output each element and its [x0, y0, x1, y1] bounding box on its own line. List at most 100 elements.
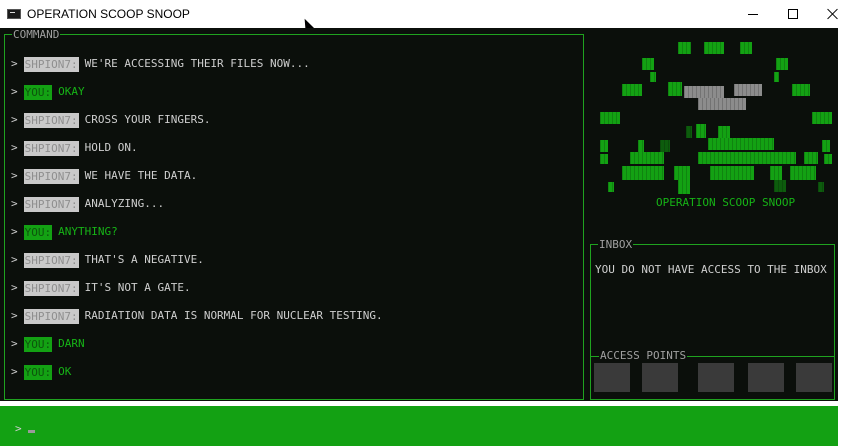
close-icon [827, 8, 839, 20]
window-titlebar: OPERATION SCOOP SNOOP [0, 0, 853, 28]
logo-pixel-block [698, 98, 746, 110]
command-line: > SHPION7: RADIATION DATA IS NORMAL FOR NU… [11, 308, 383, 324]
speaker-label: SHPION7: [23, 140, 79, 156]
message-text: RADIATION DATA IS NORMAL FOR NUCLEAR TES… [84, 309, 383, 322]
command-line: > YOU: ANYTHING? [11, 224, 118, 240]
command-panel-legend: COMMAND [13, 28, 60, 41]
logo-pixel-block [678, 180, 690, 194]
message-text: OK [58, 365, 72, 378]
operation-logo-text: OPERATION SCOOP SNOOP [656, 196, 796, 209]
message-text: IT'S NOT A GATE. [84, 281, 191, 294]
logo-pixel-block [710, 166, 754, 180]
logo-pixel-block [608, 182, 614, 192]
speaker-label: SHPION7: [23, 112, 79, 128]
access-points-title: ACCESS POINTS [599, 349, 688, 362]
speaker-label: YOU: [23, 336, 53, 352]
logo-pixel-block [660, 140, 670, 152]
window-title: OPERATION SCOOP SNOOP [27, 7, 190, 21]
logo-pixel-block [774, 72, 779, 82]
command-line: > SHPION7: WE HAVE THE DATA. [11, 168, 197, 184]
access-point-slot[interactable] [748, 363, 784, 392]
logo-pixel-block [622, 84, 642, 96]
line-prompt: > [11, 85, 18, 98]
access-point-slot[interactable] [642, 363, 678, 392]
logo-pixel-block [674, 166, 690, 180]
logo-pixel-block [698, 152, 796, 164]
logo-pixel-block [668, 82, 682, 96]
logo-pixel-block [622, 166, 664, 180]
access-point-slot[interactable] [796, 363, 832, 392]
logo-pixel-block [776, 58, 788, 70]
logo-pixel-block [790, 166, 816, 180]
logo-pixel-block [774, 180, 786, 192]
window-edge [838, 28, 853, 446]
logo-pixel-block [678, 42, 691, 54]
message-text: THAT'S A NEGATIVE. [84, 253, 204, 266]
logo-pixel-block [704, 42, 724, 54]
message-text: OKAY [58, 85, 85, 98]
maximize-button[interactable] [773, 0, 813, 28]
logo-pixel-block [740, 42, 752, 54]
logo-pixel-block [638, 140, 644, 152]
message-text: ANALYZING... [84, 197, 165, 210]
logo-pixel-block [600, 140, 608, 152]
logo-pixel-block [600, 112, 620, 124]
logo-pixel-block [734, 84, 762, 96]
command-line: > SHPION7: HOLD ON. [11, 140, 138, 156]
access-point-slot[interactable] [594, 363, 630, 392]
minimize-button[interactable] [733, 0, 773, 28]
line-prompt: > [11, 281, 18, 294]
logo-pixel-block [718, 126, 730, 138]
message-text: WE'RE ACCESSING THEIR FILES NOW... [84, 57, 310, 70]
minimize-icon [748, 13, 758, 15]
command-line: > SHPION7: WE'RE ACCESSING THEIR FILES NOW… [11, 56, 310, 72]
line-prompt: > [11, 309, 18, 322]
command-line: > SHPION7: THAT'S A NEGATIVE. [11, 252, 204, 268]
command-input[interactable] [26, 418, 816, 438]
inbox-legend: INBOX [599, 238, 633, 251]
input-caret [28, 430, 35, 433]
command-line: > YOU: DARN [11, 336, 85, 352]
logo-pixel-block [804, 152, 818, 164]
command-line: > SHPION7: IT'S NOT A GATE. [11, 280, 191, 296]
logo-pixel-block [642, 58, 654, 70]
console-area: COMMAND > SHPION7: WE'RE ACCESSING THEIR F… [0, 28, 838, 401]
command-line: > SHPION7: ANALYZING... [11, 196, 164, 212]
speaker-label: SHPION7: [23, 168, 79, 184]
logo-pixel-block [792, 84, 810, 96]
line-prompt: > [11, 57, 18, 70]
inbox-message: YOU DO NOT HAVE ACCESS TO THE INBOX [595, 263, 827, 276]
logo-pixel-block [708, 138, 774, 150]
close-button[interactable] [813, 0, 853, 28]
logo-pixel-block [686, 126, 692, 138]
command-line: > YOU: OK [11, 364, 71, 380]
access-point-slot[interactable] [698, 363, 734, 392]
message-text: HOLD ON. [84, 141, 138, 154]
line-prompt: > [11, 225, 18, 238]
logo-pixel-block [770, 166, 782, 180]
command-line: > SHPION7: CROSS YOUR FINGERS. [11, 112, 210, 128]
command-panel: COMMAND [4, 29, 584, 400]
line-prompt: > [11, 197, 18, 210]
command-line: > YOU: OKAY [11, 84, 85, 100]
logo-pixel-block [650, 72, 656, 82]
line-prompt: > [11, 337, 18, 350]
speaker-label: SHPION7: [23, 252, 79, 268]
message-text: CROSS YOUR FINGERS. [84, 113, 211, 126]
console-app-icon [7, 9, 21, 19]
speaker-label: SHPION7: [23, 280, 79, 296]
logo-pixel-block [818, 182, 824, 192]
line-prompt: > [11, 253, 18, 266]
speaker-label: SHPION7: [23, 196, 79, 212]
line-prompt: > [11, 365, 18, 378]
logo-pixel-block [696, 124, 706, 138]
message-text: ANYTHING? [58, 225, 118, 238]
speaker-label: YOU: [23, 224, 53, 240]
input-prompt: > [15, 422, 22, 435]
speaker-label: YOU: [23, 364, 53, 380]
line-prompt: > [11, 169, 18, 182]
line-prompt: > [11, 141, 18, 154]
speaker-label: SHPION7: [23, 308, 79, 324]
logo-pixel-block [684, 86, 724, 98]
maximize-icon [788, 9, 798, 19]
